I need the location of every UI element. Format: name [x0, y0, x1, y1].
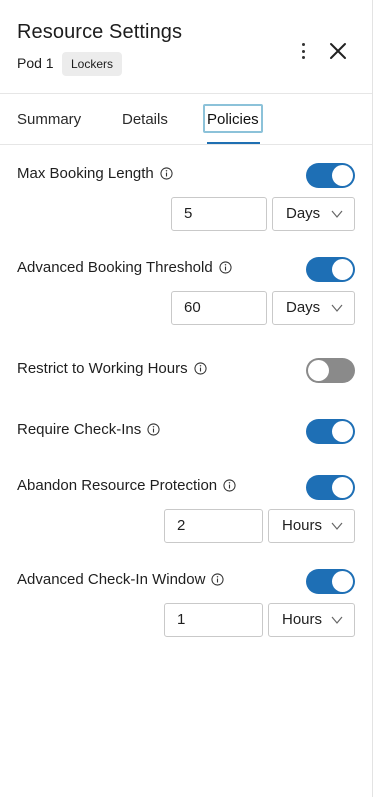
info-icon[interactable]	[160, 167, 173, 180]
resource-type-tag: Lockers	[62, 52, 123, 76]
advanced-booking-threshold-input[interactable]: 60	[171, 291, 267, 325]
info-icon[interactable]	[211, 573, 225, 586]
more-options-button[interactable]	[293, 40, 313, 62]
require-check-ins-toggle[interactable]	[306, 419, 355, 444]
info-icon[interactable]	[194, 362, 207, 375]
advanced-booking-threshold-toggle[interactable]	[306, 257, 355, 282]
abandon-resource-protection-unit-select[interactable]: Hours	[268, 509, 355, 543]
max-booking-length-input[interactable]: 5	[171, 197, 267, 231]
advanced-check-in-window-unit-select[interactable]: Hours	[268, 603, 355, 637]
policy-label-advanced-booking-threshold: Advanced Booking Threshold	[17, 259, 232, 276]
page-title: Resource Settings	[17, 21, 183, 43]
chevron-down-icon	[331, 616, 343, 624]
abandon-resource-protection-input[interactable]: 2	[164, 509, 263, 543]
max-booking-length-toggle[interactable]	[306, 163, 355, 188]
chevron-down-icon	[331, 522, 343, 530]
policy-label-advanced-check-in-window: Advanced Check-In Window	[17, 571, 225, 588]
policy-label-require-check-ins: Require Check-Ins	[17, 421, 160, 438]
resource-settings-panel: Resource Settings Pod 1 Lockers Summary …	[0, 0, 373, 797]
active-tab-indicator	[207, 142, 260, 144]
close-icon[interactable]	[326, 39, 350, 63]
advanced-booking-threshold-unit-select[interactable]: Days	[272, 291, 355, 325]
chevron-down-icon	[331, 304, 343, 312]
tab-summary[interactable]: Summary	[17, 111, 81, 128]
tab-bar: Summary Details Policies	[0, 95, 372, 145]
kebab-icon	[301, 43, 305, 46]
info-icon[interactable]	[147, 423, 160, 436]
info-icon[interactable]	[219, 261, 232, 274]
max-booking-length-unit-select[interactable]: Days	[272, 197, 355, 231]
panel-header: Resource Settings Pod 1 Lockers	[0, 0, 372, 94]
chevron-down-icon	[331, 210, 343, 218]
advanced-check-in-window-toggle[interactable]	[306, 569, 355, 594]
tab-policies[interactable]: Policies	[207, 111, 259, 128]
restrict-working-hours-toggle[interactable]	[306, 358, 355, 383]
policy-label-abandon-resource-protection: Abandon Resource Protection	[17, 477, 236, 494]
advanced-check-in-window-input[interactable]: 1	[164, 603, 263, 637]
tab-details[interactable]: Details	[122, 111, 168, 128]
abandon-resource-protection-toggle[interactable]	[306, 475, 355, 500]
resource-name: Pod 1	[17, 55, 54, 71]
policy-label-restrict-working-hours: Restrict to Working Hours	[17, 360, 207, 377]
policy-label-max-booking-length: Max Booking Length	[17, 165, 173, 182]
info-icon[interactable]	[223, 479, 236, 492]
